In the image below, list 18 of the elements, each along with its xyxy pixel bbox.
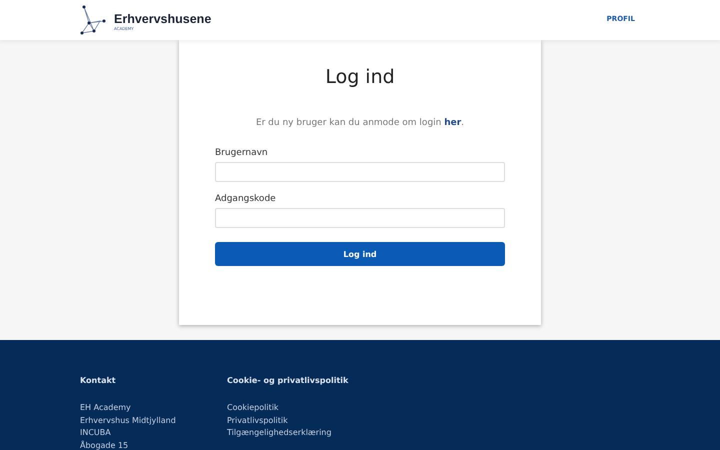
logo-name: Erhvervshusene xyxy=(114,13,212,26)
footer-link[interactable]: Cookiepolitik xyxy=(227,402,348,414)
input-field[interactable] xyxy=(215,208,505,228)
input-field[interactable] xyxy=(215,162,505,182)
footer-heading: Cookie- og privatlivspolitik xyxy=(227,376,348,385)
footer-link[interactable]: Privatlivspolitik xyxy=(227,414,348,427)
request-link[interactable]: her xyxy=(444,118,462,128)
footer-heading: Kontakt xyxy=(80,376,117,385)
footer-link[interactable]: Åbogade 15 xyxy=(80,440,227,450)
login-title: Log ind xyxy=(324,66,396,88)
field-label: Adgangskode xyxy=(215,194,277,204)
footer-link[interactable]: Erhvervshus Midtjylland xyxy=(80,414,227,427)
footer-link[interactable]: INCUBA xyxy=(80,427,227,440)
login-button[interactable]: Log ind xyxy=(215,242,505,266)
intro-text: Er du ny bruger kan du anmode om login her. xyxy=(254,118,466,128)
footer-link[interactable]: EH Academy xyxy=(80,402,227,414)
footer-link[interactable]: Tilgængelighedserklæring xyxy=(227,427,348,440)
field-label: Brugernavn xyxy=(215,148,269,158)
